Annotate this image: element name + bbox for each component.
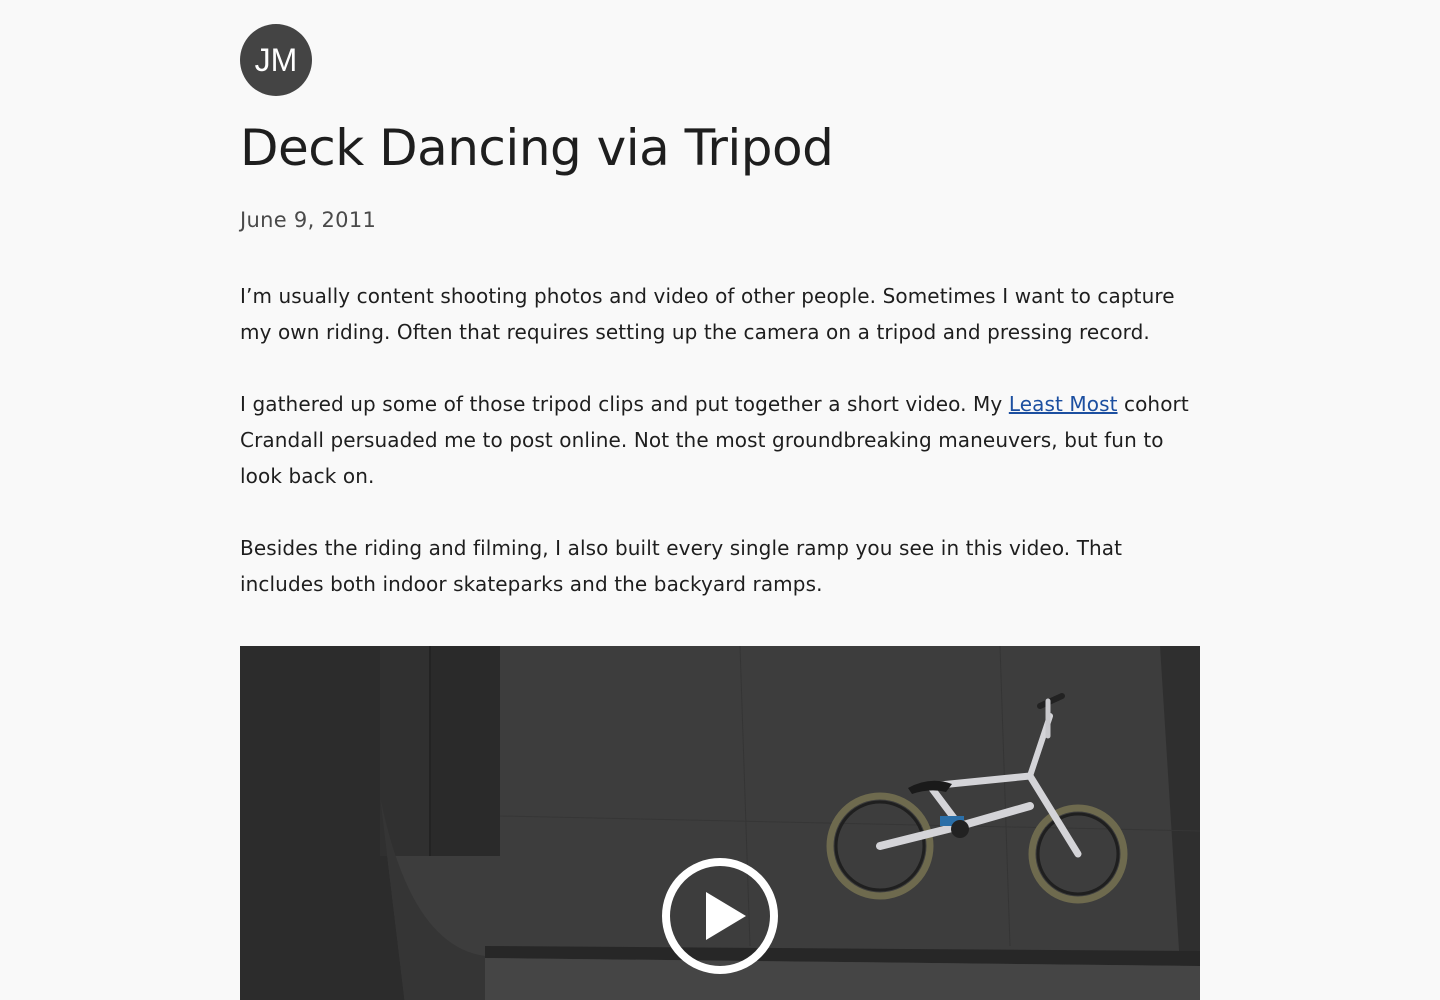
play-icon[interactable] [660, 856, 780, 976]
least-most-link[interactable]: Least Most [1009, 392, 1118, 416]
page: JM Deck Dancing via Tripod June 9, 2011 … [240, 0, 1200, 1000]
author-avatar[interactable]: JM [240, 24, 312, 96]
paragraph-2-text-start: I gathered up some of those tripod clips… [240, 392, 1009, 416]
video-player[interactable] [240, 646, 1200, 1000]
post-title: Deck Dancing via Tripod [240, 119, 834, 177]
paragraph-1: I’m usually content shooting photos and … [240, 284, 1175, 344]
paragraph-3: Besides the riding and filming, I also b… [240, 536, 1123, 596]
post-date: June 9, 2011 [240, 208, 377, 232]
post-body: I’m usually content shooting photos and … [240, 278, 1200, 602]
paragraph-2: I gathered up some of those tripod clips… [240, 386, 1200, 494]
